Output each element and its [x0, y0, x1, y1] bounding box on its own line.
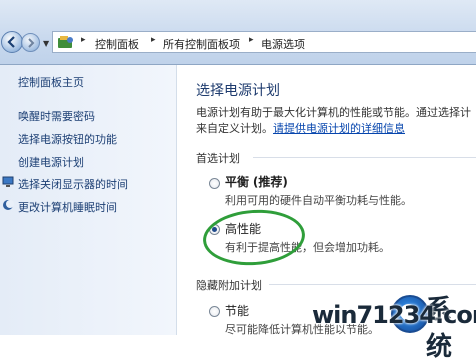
balanced-plan-description: 利用可用的硬件自动平衡功耗与性能。	[225, 194, 412, 207]
watermark: 系统 win71234.com	[304, 287, 476, 362]
control-panel-home-link[interactable]: 控制面板主页	[18, 74, 84, 90]
address-bar: ▼ ▸ 控制面板 ▸ 所有控制面板项 ▸ 电源选项	[0, 0, 476, 65]
breadcrumb[interactable]: ▸ 控制面板 ▸ 所有控制面板项 ▸ 电源选项	[52, 31, 476, 53]
watermark-text: win71234.com	[312, 301, 476, 329]
control-panel-icon	[58, 36, 73, 48]
breadcrumb-item-control-panel[interactable]: 控制面板	[95, 36, 139, 52]
moon-icon	[3, 200, 14, 210]
preferred-plans-heading: 首选计划	[196, 152, 240, 165]
breadcrumb-separator-icon[interactable]: ▸	[249, 35, 254, 45]
section-divider	[253, 157, 476, 158]
back-button[interactable]	[1, 31, 23, 53]
create-power-plan-link[interactable]: 创建电源计划	[18, 154, 84, 170]
breadcrumb-item-all-items[interactable]: 所有控制面板项	[163, 36, 240, 52]
arrow-left-icon	[7, 36, 15, 48]
arrow-right-icon	[28, 38, 35, 48]
page-description: 电源计划有助于最大化计算机的性能或节能。通过选择计	[196, 106, 471, 119]
description-prefix: 来自定义计划。	[196, 122, 273, 135]
hidden-plans-heading[interactable]: 隐藏附加计划	[196, 277, 262, 293]
plan-suffix: (推荐)	[252, 175, 288, 189]
breadcrumb-separator-icon[interactable]: ▸	[81, 35, 86, 45]
forward-button[interactable]	[21, 33, 40, 52]
balanced-radio[interactable]	[209, 178, 220, 189]
balanced-plan-label[interactable]: 平衡 (推荐)	[225, 173, 288, 190]
plan-name: 平衡	[225, 175, 250, 189]
section-divider	[269, 284, 476, 285]
power-button-function-link[interactable]: 选择电源按钮的功能	[18, 131, 117, 147]
display-icon	[2, 176, 14, 187]
breadcrumb-separator-icon[interactable]: ▸	[151, 35, 156, 45]
power-saver-plan-label[interactable]: 节能	[225, 302, 249, 319]
page-description-line2: 来自定义计划。请提供电源计划的详细信息	[196, 120, 405, 136]
sleep-time-link[interactable]: 更改计算机睡眠时间	[18, 199, 117, 215]
page-title: 选择电源计划	[196, 83, 280, 99]
display-off-time-link[interactable]: 选择关闭显示器的时间	[18, 176, 128, 192]
recent-pages-dropdown-icon[interactable]: ▼	[43, 39, 49, 48]
require-password-link[interactable]: 唤醒时需要密码	[18, 108, 95, 124]
power-saver-radio[interactable]	[209, 306, 220, 317]
left-task-pane: 控制面板主页 唤醒时需要密码 选择电源按钮的功能 创建电源计划 选择关闭显示器的…	[0, 65, 177, 335]
plan-details-link[interactable]: 请提供电源计划的详细信息	[273, 122, 405, 135]
breadcrumb-item-power-options[interactable]: 电源选项	[261, 36, 305, 52]
